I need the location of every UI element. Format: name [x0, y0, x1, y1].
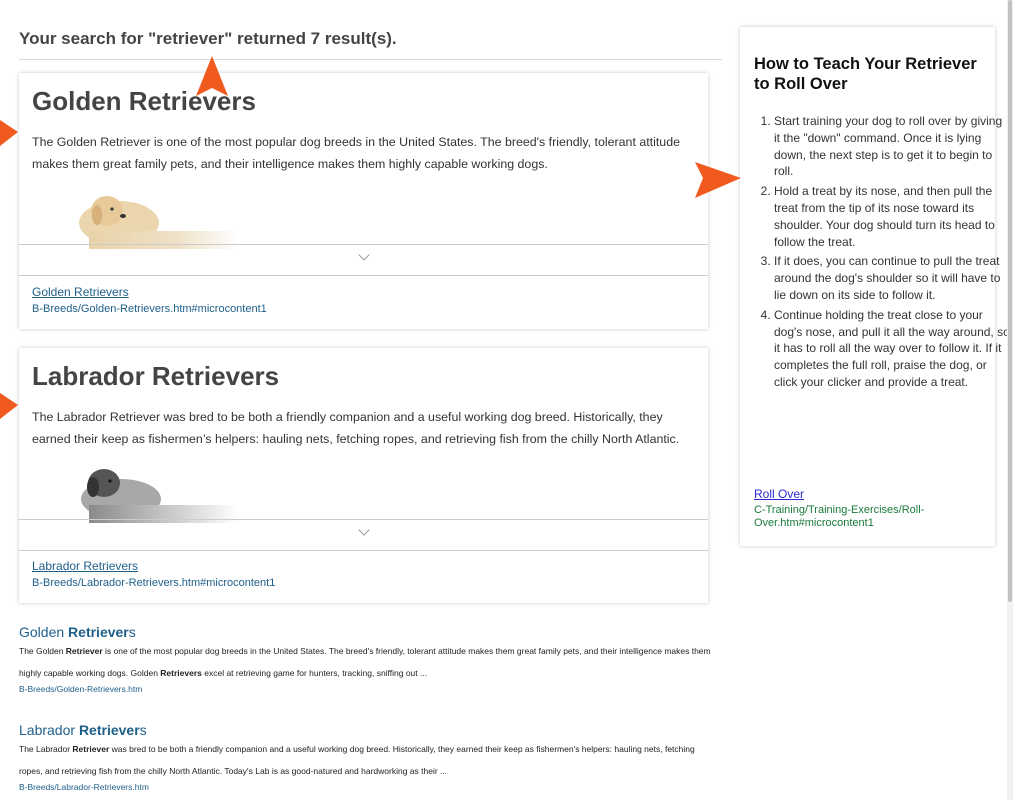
featured-card-labrador: Labrador Retrievers The Labrador Retriev… — [19, 348, 708, 603]
search-summary: Your search for "retriever" returned 7 r… — [19, 0, 722, 60]
sidebar-step: Hold a treat by its nose, and then pull … — [774, 183, 1010, 250]
search-result-item: Golden Retrievers The Golden Retriever i… — [19, 624, 719, 694]
card-link-golden-retrievers[interactable]: Golden Retrievers — [32, 285, 129, 299]
annotation-arrow-icon — [0, 393, 18, 419]
golden-retriever-image — [79, 196, 239, 249]
annotation-arrow-icon — [196, 56, 228, 96]
chevron-down-icon — [357, 524, 370, 536]
card-link-labrador-retrievers[interactable]: Labrador Retrievers — [32, 559, 138, 573]
result-path: B-Breeds/Labrador-Retrievers.htm — [19, 782, 149, 792]
search-results-column: Your search for "retriever" returned 7 r… — [19, 0, 722, 60]
scrollbar-thumb[interactable] — [1008, 0, 1012, 602]
sidebar-title: How to Teach Your Retriever to Roll Over — [754, 55, 977, 93]
annotation-arrow-icon — [695, 162, 741, 198]
result-title-link[interactable]: Golden Retrievers — [19, 624, 719, 640]
search-result-item: Labrador Retrievers The Labrador Retriev… — [19, 722, 719, 792]
result-summary: The Labrador Retriever was bred to be bo… — [19, 744, 695, 776]
expand-toggle[interactable] — [19, 519, 708, 551]
chevron-down-icon — [357, 249, 370, 261]
featured-card-golden: Golden Retrievers The Golden Retriever i… — [19, 73, 708, 329]
sidebar-step: Continue holding the treat close to your… — [774, 307, 1010, 391]
card-body: The Labrador Retriever was bred to be bo… — [32, 410, 680, 446]
card-path: B-Breeds/Labrador-Retrievers.htm#microco… — [32, 577, 276, 589]
result-summary: The Golden Retriever is one of the most … — [19, 646, 711, 678]
sidebar-path: C-Training/Training-Exercises/Roll-Over.… — [754, 504, 925, 529]
result-path: B-Breeds/Golden-Retrievers.htm — [19, 684, 143, 694]
vertical-scrollbar[interactable] — [1007, 0, 1013, 800]
sidebar-steps: Start training your dog to roll over by … — [750, 113, 1010, 394]
labrador-retriever-image — [81, 469, 239, 523]
sidebar-link-roll-over[interactable]: Roll Over — [754, 487, 804, 501]
expand-toggle[interactable] — [19, 244, 708, 276]
result-title-link[interactable]: Labrador Retrievers — [19, 722, 719, 738]
card-path: B-Breeds/Golden-Retrievers.htm#microcont… — [32, 303, 267, 315]
sidebar-step: Start training your dog to roll over by … — [774, 113, 1010, 180]
annotation-arrow-icon — [0, 120, 18, 146]
sidebar-step: If it does, you can continue to pull the… — [774, 253, 1010, 303]
micro-content-sidebar: How to Teach Your Retriever to Roll Over… — [740, 27, 1010, 546]
card-title: Labrador Retrievers — [32, 361, 280, 391]
card-body: The Golden Retriever is one of the most … — [32, 135, 680, 171]
